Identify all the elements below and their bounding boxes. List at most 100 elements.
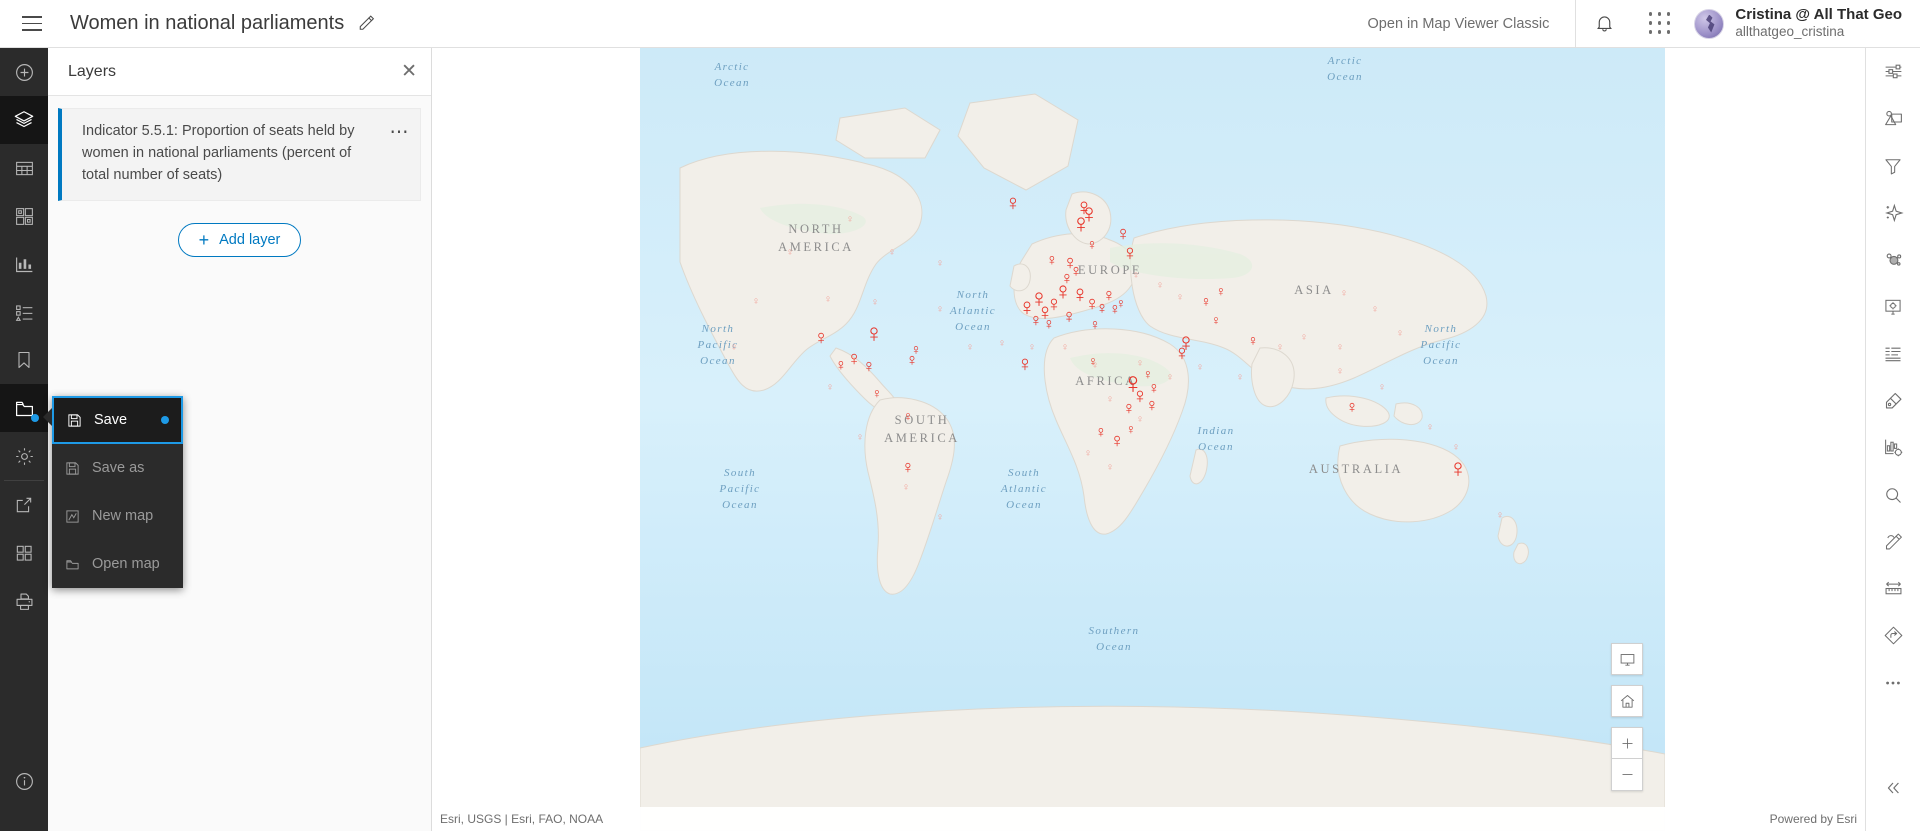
sidebar-item-add[interactable] bbox=[0, 48, 48, 96]
sidebar-item-about[interactable] bbox=[0, 757, 48, 805]
map-marker-small[interactable]: ♀ bbox=[1136, 414, 1144, 426]
map-marker[interactable]: ♀ bbox=[1075, 196, 1093, 220]
map-marker-small[interactable]: ♀ bbox=[1156, 280, 1164, 292]
home-icon[interactable] bbox=[1611, 685, 1643, 717]
map-marker[interactable]: ♀ bbox=[906, 352, 919, 369]
map-marker[interactable]: ♀ bbox=[1200, 295, 1211, 310]
map-marker[interactable]: ♀ bbox=[847, 349, 862, 369]
map-marker-small[interactable]: ♀ bbox=[966, 342, 974, 354]
map-marker[interactable]: ♀ bbox=[864, 320, 884, 346]
map-marker[interactable]: ♀ bbox=[1029, 285, 1049, 311]
map-marker-small[interactable]: ♀ bbox=[1136, 358, 1144, 370]
effects-icon[interactable] bbox=[1866, 189, 1920, 236]
map-marker-small[interactable]: ♀ bbox=[1336, 366, 1344, 378]
labels-icon[interactable] bbox=[1866, 377, 1920, 424]
sidebar-item-charts[interactable] bbox=[0, 240, 48, 288]
map-marker[interactable]: ♀ bbox=[814, 328, 829, 348]
map-marker[interactable]: ♀ bbox=[1018, 296, 1036, 320]
zoom-out-icon[interactable] bbox=[1611, 759, 1643, 791]
map-marker-small[interactable]: ♀ bbox=[888, 247, 896, 259]
map-marker-small[interactable]: ♀ bbox=[871, 297, 879, 309]
pencil-icon[interactable] bbox=[358, 14, 376, 33]
hamburger-icon[interactable] bbox=[8, 0, 56, 48]
map-marker[interactable]: ♀ bbox=[901, 458, 915, 476]
filter-icon[interactable] bbox=[1866, 142, 1920, 189]
map-marker[interactable]: ♀ bbox=[1216, 284, 1227, 298]
map-marker-small[interactable]: ♀ bbox=[1371, 304, 1379, 316]
map-marker[interactable]: ♀ bbox=[1054, 279, 1073, 305]
map-marker[interactable]: ♀ bbox=[1046, 293, 1063, 315]
sidebar-item-bookmarks[interactable] bbox=[0, 336, 48, 384]
map-marker[interactable]: ♀ bbox=[1109, 302, 1121, 318]
map-marker-small[interactable]: ♀ bbox=[1106, 462, 1114, 474]
map-marker-small[interactable]: ♀ bbox=[1028, 342, 1036, 354]
ellipsis-icon[interactable]: ⋯ bbox=[390, 121, 411, 142]
map-marker[interactable]: ♀ bbox=[1110, 431, 1125, 451]
map-marker-small[interactable]: ♀ bbox=[1452, 442, 1460, 454]
sketch-icon[interactable] bbox=[1866, 518, 1920, 565]
measure-icon[interactable] bbox=[1866, 565, 1920, 612]
map-marker[interactable]: ♀ bbox=[1176, 329, 1196, 355]
map-marker-small[interactable]: ♀ bbox=[936, 304, 944, 316]
map-marker[interactable]: ♀ bbox=[1063, 253, 1078, 273]
map-marker[interactable]: ♀ bbox=[1132, 385, 1149, 407]
blend-icon[interactable] bbox=[1866, 236, 1920, 283]
display-icon[interactable] bbox=[1611, 643, 1643, 675]
sidebar-item-legend[interactable] bbox=[0, 288, 48, 336]
map-marker[interactable]: ♀ bbox=[1017, 353, 1034, 375]
map-marker[interactable]: ♀ bbox=[1085, 294, 1100, 314]
map-marker[interactable]: ♀ bbox=[1079, 200, 1099, 228]
map-marker[interactable]: ♀ bbox=[1096, 300, 1109, 317]
sidebar-item-basemap[interactable] bbox=[0, 192, 48, 240]
sidebar-item-save-and-open[interactable] bbox=[0, 384, 48, 432]
map-marker-small[interactable]: ♀ bbox=[936, 512, 944, 524]
map-marker-small[interactable]: ♀ bbox=[902, 482, 910, 494]
list-item[interactable]: Indicator 5.5.1: Proportion of seats hel… bbox=[58, 108, 421, 202]
sidebar-item-layers[interactable] bbox=[0, 96, 48, 144]
sidebar-item-tables[interactable] bbox=[0, 144, 48, 192]
map-marker-small[interactable]: ♀ bbox=[1132, 270, 1140, 282]
menu-item-open-map[interactable]: Open map bbox=[52, 540, 183, 588]
map-marker[interactable]: ♀ bbox=[1247, 334, 1258, 349]
map-marker[interactable]: ♀ bbox=[1102, 286, 1116, 304]
map-marker-small[interactable]: ♀ bbox=[936, 258, 944, 270]
map-marker[interactable]: ♀ bbox=[835, 358, 847, 374]
map-marker[interactable]: ♀ bbox=[1116, 224, 1131, 244]
more-icon[interactable] bbox=[1866, 659, 1920, 706]
open-in-map-viewer-classic-link[interactable]: Open in Map Viewer Classic bbox=[1368, 16, 1550, 32]
map-marker[interactable]: ♀ bbox=[910, 343, 921, 358]
map-marker[interactable]: ♀ bbox=[1116, 296, 1127, 310]
map-marker[interactable]: ♀ bbox=[1043, 317, 1055, 333]
map-marker[interactable]: ♀ bbox=[1070, 263, 1083, 280]
menu-item-new-map[interactable]: New map bbox=[52, 492, 183, 540]
menu-item-save-as[interactable]: Save as bbox=[52, 444, 183, 492]
map-marker[interactable]: ♀ bbox=[1062, 308, 1076, 327]
map-marker-small[interactable]: ♀ bbox=[1426, 422, 1434, 434]
map-marker-small[interactable]: ♀ bbox=[846, 214, 854, 226]
map-marker-small[interactable]: ♀ bbox=[1300, 332, 1308, 344]
map-marker[interactable]: ♀ bbox=[1122, 399, 1136, 417]
map-marker-small[interactable]: ♀ bbox=[1378, 382, 1386, 394]
map-marker-small[interactable]: ♀ bbox=[1276, 342, 1284, 354]
map-marker-small[interactable]: ♀ bbox=[1340, 288, 1348, 300]
map-marker-small[interactable]: ♀ bbox=[752, 296, 760, 308]
map-marker[interactable]: ♀ bbox=[1095, 425, 1107, 441]
map-marker[interactable]: ♀ bbox=[1143, 367, 1154, 381]
map-marker[interactable]: ♀ bbox=[1036, 300, 1053, 324]
configure-popups-icon[interactable] bbox=[1866, 283, 1920, 330]
map-canvas[interactable]: Arctic Ocean Arctic Ocean North Atlantic… bbox=[640, 48, 1665, 831]
sidebar-item-print[interactable] bbox=[0, 577, 48, 625]
directions-icon[interactable] bbox=[1866, 612, 1920, 659]
sidebar-item-create-app[interactable] bbox=[0, 529, 48, 577]
fields-icon[interactable] bbox=[1866, 330, 1920, 377]
styles-icon[interactable] bbox=[1866, 95, 1920, 142]
bell-icon[interactable] bbox=[1576, 0, 1632, 48]
map-marker[interactable]: ♀ bbox=[872, 386, 883, 400]
map-marker[interactable]: ♀ bbox=[862, 357, 876, 375]
map-marker[interactable]: ♀ bbox=[1126, 422, 1137, 436]
map-marker-small[interactable]: ♀ bbox=[1396, 328, 1404, 340]
map-marker[interactable]: ♀ bbox=[1086, 238, 1097, 253]
map-marker-small[interactable]: ♀ bbox=[1091, 360, 1099, 372]
map-marker-small[interactable]: ♀ bbox=[786, 247, 794, 259]
map-marker[interactable]: ♀ bbox=[1071, 283, 1089, 307]
